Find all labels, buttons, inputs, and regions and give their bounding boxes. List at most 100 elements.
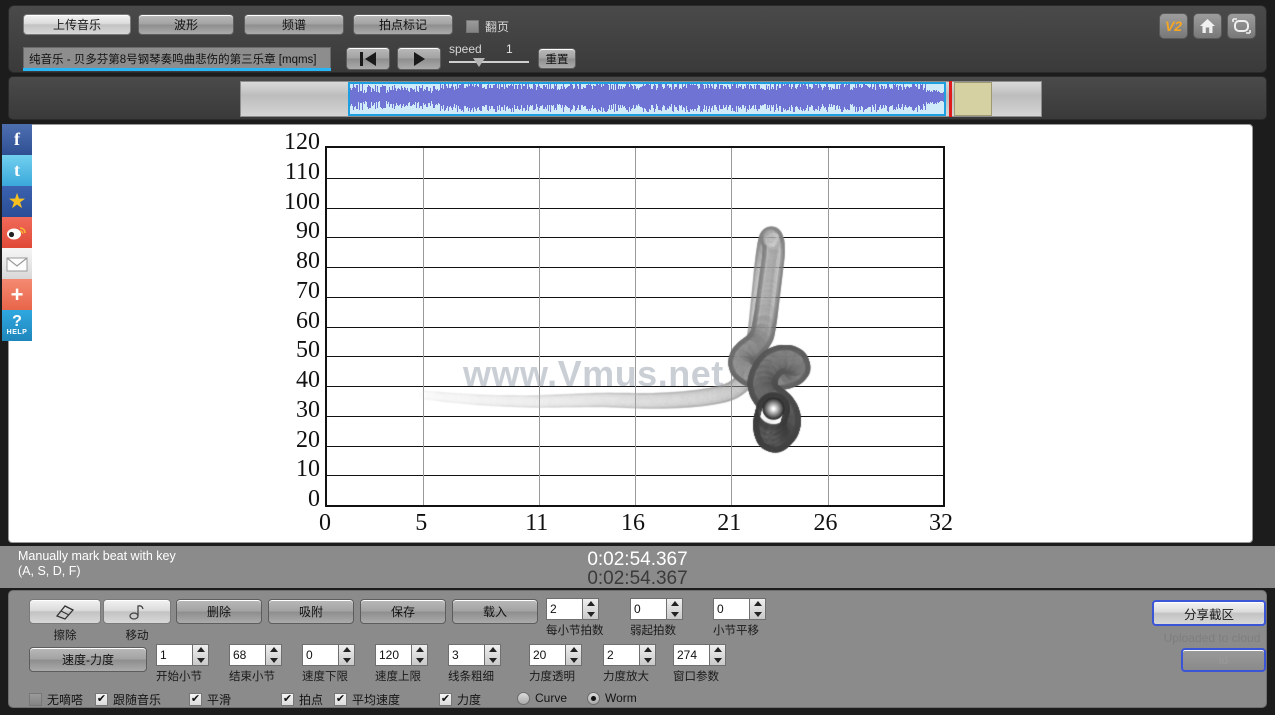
dynamics-zoom-input[interactable] — [603, 644, 639, 666]
help-icon[interactable]: ? HELP — [2, 310, 32, 341]
end-bar-spinner[interactable] — [229, 644, 282, 666]
chevron-up-icon[interactable] — [753, 601, 762, 606]
tempo-min-spinner[interactable] — [302, 644, 355, 666]
waveform-playhead[interactable] — [949, 81, 952, 117]
share-more-icon[interactable]: + — [2, 279, 32, 310]
chevron-up-icon[interactable] — [196, 647, 205, 652]
play-button[interactable] — [397, 47, 441, 70]
twitter-icon[interactable]: t — [2, 155, 32, 186]
reset-button[interactable]: 重置 — [538, 48, 576, 69]
chevron-down-icon[interactable] — [488, 658, 497, 663]
tempo-min-stepper[interactable] — [338, 644, 355, 666]
chevron-up-icon[interactable] — [670, 601, 679, 606]
tempo-max-stepper[interactable] — [411, 644, 428, 666]
speed-slider-track[interactable] — [449, 61, 529, 63]
fullscreen-button[interactable] — [1227, 13, 1256, 39]
start-bar-stepper[interactable] — [192, 644, 209, 666]
track-title-input[interactable]: 纯音乐 - 贝多芬第8号钢琴奏鸣曲悲伤的第三乐章 [mqms] — [23, 47, 331, 69]
chevron-up-icon[interactable] — [488, 647, 497, 652]
beats-per-bar-stepper[interactable] — [582, 598, 599, 620]
chevron-down-icon[interactable] — [643, 658, 652, 663]
upload-music-button[interactable]: 上传音乐 — [23, 14, 131, 35]
tempo-max-spinner[interactable] — [375, 644, 428, 666]
waveform-tail-region[interactable] — [954, 82, 992, 116]
beats-per-bar-input[interactable] — [546, 598, 582, 620]
version-badge-button[interactable]: V2 — [1159, 13, 1188, 39]
dynamics-checkbox-row[interactable]: ✔ 力度 — [439, 691, 481, 708]
curve-radio[interactable] — [517, 691, 530, 705]
average-tempo-checkbox[interactable]: ✔ — [334, 693, 347, 706]
chevron-down-icon[interactable] — [415, 658, 424, 663]
window-parameter-spinner[interactable] — [673, 644, 726, 666]
tempo-max-input[interactable] — [375, 644, 411, 666]
home-button[interactable] — [1193, 13, 1222, 39]
chevron-up-icon[interactable] — [269, 647, 278, 652]
beats-checkbox-row[interactable]: ✔ 拍点 — [281, 691, 323, 708]
delete-button[interactable]: 删除 — [176, 599, 262, 624]
facebook-icon[interactable]: f — [2, 124, 32, 155]
dynamics-zoom-stepper[interactable] — [639, 644, 656, 666]
worm-radio-row[interactable]: Worm — [587, 691, 637, 705]
chevron-down-icon[interactable] — [342, 658, 351, 663]
weibo-icon[interactable] — [2, 217, 32, 248]
dynamics-checkbox[interactable]: ✔ — [439, 693, 452, 706]
dynamics-alpha-stepper[interactable] — [565, 644, 582, 666]
no-click-checkbox-row[interactable]: 无嘀嗒 — [29, 691, 83, 708]
line-thickness-input[interactable] — [448, 644, 484, 666]
chevron-down-icon[interactable] — [753, 612, 762, 617]
chevron-up-icon[interactable] — [415, 647, 424, 652]
tempo-min-input[interactable] — [302, 644, 338, 666]
average-tempo-checkbox-row[interactable]: ✔ 平均速度 — [334, 691, 400, 708]
share-id-button[interactable]: id — [1181, 648, 1266, 672]
worm-radio[interactable] — [587, 691, 600, 705]
dynamics-alpha-input[interactable] — [529, 644, 565, 666]
dynamics-alpha-spinner[interactable] — [529, 644, 582, 666]
chevron-down-icon[interactable] — [269, 658, 278, 663]
qzone-star-icon[interactable]: ★ — [2, 186, 32, 217]
end-bar-input[interactable] — [229, 644, 265, 666]
start-bar-input[interactable] — [156, 644, 192, 666]
waveform-strip[interactable] — [240, 81, 1042, 117]
waveform-selection-region[interactable] — [348, 82, 946, 116]
chevron-up-icon[interactable] — [713, 647, 722, 652]
email-icon[interactable] — [2, 248, 32, 279]
curve-radio-row[interactable]: Curve — [517, 691, 567, 705]
chevron-up-icon[interactable] — [586, 601, 595, 606]
spectrum-button[interactable]: 频谱 — [244, 14, 344, 35]
follow-music-checkbox-row[interactable]: ✔ 跟随音乐 — [95, 691, 161, 708]
start-bar-spinner[interactable] — [156, 644, 209, 666]
pickup-beats-spinner[interactable] — [630, 598, 683, 620]
move-tool-button[interactable] — [103, 599, 171, 624]
chevron-down-icon[interactable] — [713, 658, 722, 663]
share-section-button[interactable]: 分享截区 — [1152, 600, 1266, 626]
chevron-up-icon[interactable] — [569, 647, 578, 652]
smooth-checkbox-row[interactable]: ✔ 平滑 — [189, 691, 231, 708]
end-bar-stepper[interactable] — [265, 644, 282, 666]
beat-mark-button[interactable]: 拍点标记 — [353, 14, 453, 35]
load-button[interactable]: 载入 — [452, 599, 538, 624]
chevron-down-icon[interactable] — [586, 612, 595, 617]
erase-tool-button[interactable] — [29, 599, 101, 624]
chevron-up-icon[interactable] — [643, 647, 652, 652]
no-click-checkbox[interactable] — [29, 693, 42, 706]
smooth-checkbox[interactable]: ✔ — [189, 693, 202, 706]
tempo-dynamics-button[interactable]: 速度-力度 — [29, 647, 147, 672]
beats-checkbox[interactable]: ✔ — [281, 693, 294, 706]
snap-button[interactable]: 吸附 — [268, 599, 354, 624]
rewind-to-start-button[interactable] — [346, 47, 390, 70]
window-parameter-stepper[interactable] — [709, 644, 726, 666]
chevron-up-icon[interactable] — [342, 647, 351, 652]
chevron-down-icon[interactable] — [569, 658, 578, 663]
chevron-down-icon[interactable] — [196, 658, 205, 663]
bar-shift-input[interactable] — [713, 598, 749, 620]
follow-music-checkbox[interactable]: ✔ — [95, 693, 108, 706]
bar-shift-spinner[interactable] — [713, 598, 766, 620]
plot-area[interactable]: www.Vmus.net — [325, 146, 945, 507]
pickup-beats-input[interactable] — [630, 598, 666, 620]
waveform-button[interactable]: 波形 — [138, 14, 234, 35]
pickup-beats-stepper[interactable] — [666, 598, 683, 620]
chevron-down-icon[interactable] — [670, 612, 679, 617]
dynamics-zoom-spinner[interactable] — [603, 644, 656, 666]
beats-per-bar-spinner[interactable] — [546, 598, 599, 620]
flip-page-checkbox[interactable] — [466, 20, 479, 33]
